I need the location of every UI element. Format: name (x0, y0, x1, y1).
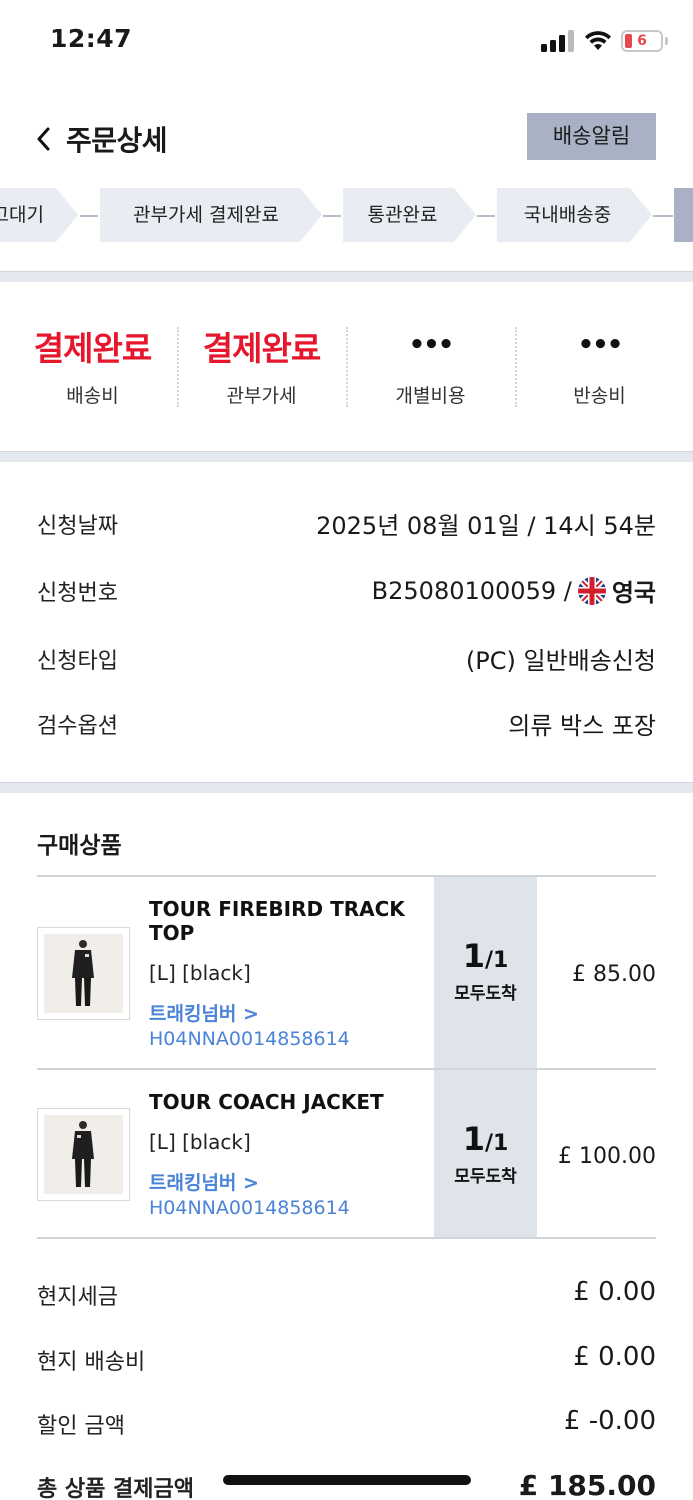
products-title: 구매상품 (37, 833, 122, 859)
cellular-signal-icon (541, 30, 575, 52)
arrival-status: 모두도착 (454, 1167, 517, 1187)
qty-total: /1 (484, 1131, 509, 1156)
cost-label: 개별비용 (395, 385, 466, 407)
quantity-box: 1/1 모두도착 (434, 1070, 537, 1237)
page-title: 주문상세 (66, 124, 168, 157)
cost-shipping[interactable]: 결제완료 배송비 (8, 327, 177, 407)
cost-status: 결제완료 (33, 329, 152, 368)
header: 주문상세 배송알림 (0, 100, 693, 180)
product-item[interactable]: TOUR COACH JACKET [L] [black] 트래킹넘버 > H0… (37, 1070, 656, 1237)
info-row-option: 검수옵션 의류 박스 포장 (0, 702, 693, 742)
status-bar: 12:47 6 (0, 0, 693, 86)
arrival-status: 모두도착 (454, 984, 517, 1004)
section-divider (0, 782, 693, 793)
qty-total: /1 (484, 948, 509, 973)
jacket-model-icon (72, 1121, 94, 1187)
qty-arrived: 1 (462, 937, 485, 975)
product-item[interactable]: TOUR FIREBIRD TRACK TOP [L] [black] 트래킹넘… (37, 877, 656, 1068)
cost-label: 배송비 (66, 385, 119, 407)
delivery-notification-button[interactable]: 배송알림 (527, 113, 656, 160)
step-customs-cleared: 통관완료 (343, 188, 476, 242)
section-divider (0, 271, 693, 282)
grand-total-value: £ 185.00 (518, 1469, 656, 1500)
battery-level: 6 (637, 33, 647, 49)
progress-steps: 입고대기 관부가세 결제완료 통관완료 국내배송중 (0, 188, 693, 242)
product-name: TOUR FIREBIRD TRACK TOP (149, 897, 405, 945)
jacket-model-icon (72, 940, 94, 1006)
tracking-number[interactable]: H04NNA0014858614 (149, 1028, 350, 1050)
home-indicator[interactable] (223, 1475, 471, 1485)
product-option: [L] [black] (149, 1130, 251, 1154)
cost-summary: 결제완료 배송비 결제완료 관부가세 ••• 개별비용 ••• 반송비 (0, 297, 693, 447)
more-dots-icon: ••• (408, 330, 455, 360)
back-chevron-icon[interactable] (34, 126, 54, 152)
step-current (674, 188, 693, 242)
tracking-link[interactable]: 트래킹넘버 > (149, 999, 259, 1026)
local-shipping-row: 현지 배송비 £ 0.00 (37, 1342, 656, 1375)
country-name: 영국 (611, 579, 656, 607)
tracking-number[interactable]: H04NNA0014858614 (149, 1197, 350, 1219)
step-domestic-shipping: 국내배송중 (497, 188, 652, 242)
cost-duty[interactable]: 결제완료 관부가세 (177, 327, 346, 407)
product-option: [L] [black] (149, 961, 251, 985)
discount-row: 할인 금액 £ -0.00 (37, 1406, 656, 1439)
local-tax-value: £ 0.00 (573, 1277, 656, 1307)
step-duty-paid: 관부가세 결제완료 (100, 188, 322, 242)
discount-value: £ -0.00 (563, 1406, 656, 1436)
cost-status: 결제완료 (202, 329, 321, 368)
status-time: 12:47 (50, 24, 133, 53)
product-image[interactable] (37, 1108, 130, 1201)
cost-label: 관부가세 (226, 385, 297, 407)
request-type: (PC) 일반배송신청 (465, 647, 656, 675)
request-number: B25080100059 / 영국 (372, 573, 656, 608)
quantity-box: 1/1 모두도착 (434, 877, 537, 1068)
cost-return[interactable]: ••• 반송비 (515, 327, 684, 407)
wifi-icon (585, 31, 611, 50)
more-dots-icon: ••• (577, 330, 624, 360)
battery-icon: 6 (621, 30, 663, 52)
info-row-date: 신청날짜 2025년 08월 01일 / 14시 54분 (0, 502, 693, 542)
info-row-number: 신청번호 B25080100059 / 영국 (0, 569, 693, 609)
section-divider (0, 451, 693, 462)
request-date: 2025년 08월 01일 / 14시 54분 (316, 512, 656, 540)
local-shipping-value: £ 0.00 (573, 1342, 656, 1372)
tracking-link[interactable]: 트래킹넘버 > (149, 1168, 259, 1195)
product-price: £ 85.00 (572, 962, 656, 987)
local-tax-row: 현지세금 £ 0.00 (37, 1277, 656, 1310)
uk-flag-icon (577, 576, 606, 605)
cost-individual[interactable]: ••• 개별비용 (346, 327, 515, 407)
inspection-option: 의류 박스 포장 (508, 712, 656, 740)
step-pending: 입고대기 (0, 188, 78, 242)
cost-label: 반송비 (573, 385, 626, 407)
product-name: TOUR COACH JACKET (149, 1090, 384, 1114)
qty-arrived: 1 (462, 1120, 485, 1158)
info-row-type: 신청타입 (PC) 일반배송신청 (0, 637, 693, 677)
product-image[interactable] (37, 927, 130, 1020)
divider-line (37, 1237, 656, 1239)
product-price: £ 100.00 (558, 1144, 656, 1169)
